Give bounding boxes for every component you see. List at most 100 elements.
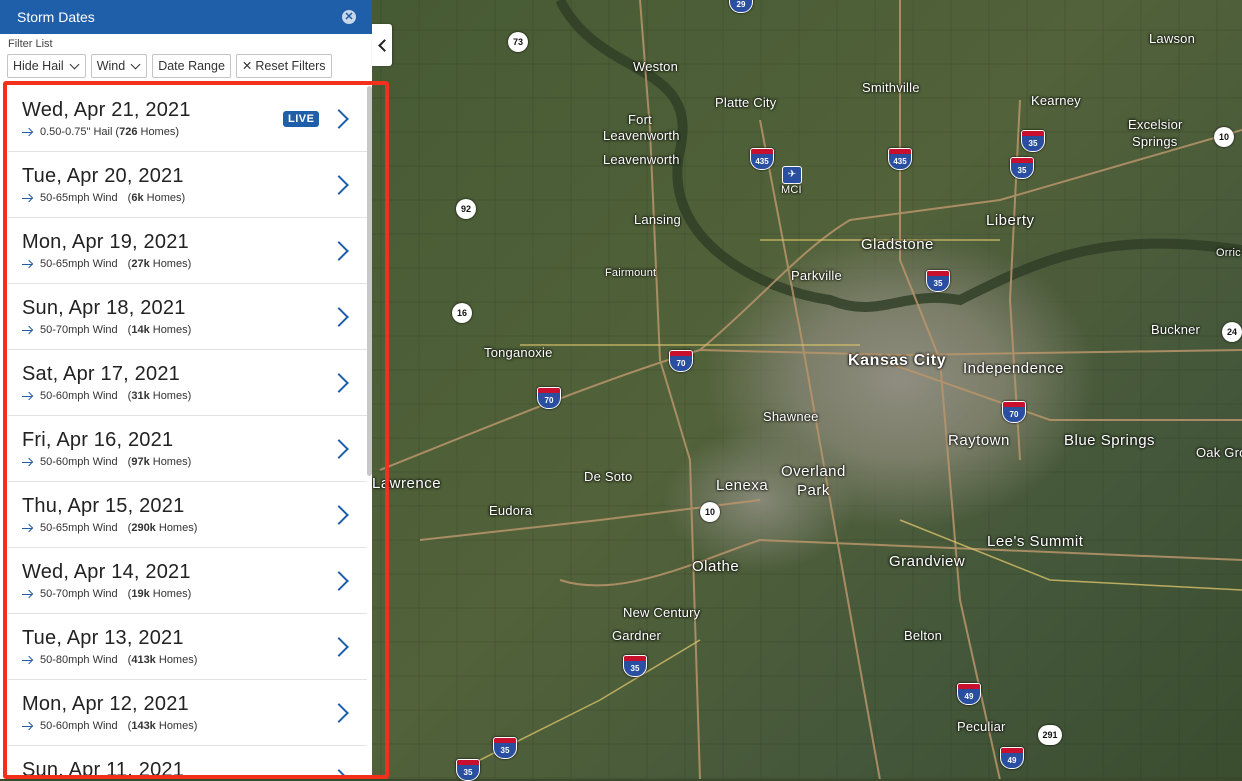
- storm-type: 50-65mph Wind: [40, 522, 118, 534]
- chevron-right-icon[interactable]: [329, 769, 349, 779]
- storm-date-item[interactable]: Mon, Apr 12, 2021 50-60mph Wind (143k Hom…: [8, 680, 367, 746]
- map-label: Fairmount: [605, 267, 657, 279]
- map-label: New Century: [623, 605, 701, 620]
- date-range-button[interactable]: Date Range: [152, 54, 231, 78]
- map-label: Kearney: [1031, 93, 1081, 108]
- chevron-right-icon[interactable]: [329, 241, 349, 261]
- map-label: Excelsior: [1128, 117, 1183, 132]
- map-label: Platte City: [715, 95, 777, 110]
- close-icon[interactable]: ✕: [342, 10, 356, 24]
- map-label: Lawrence: [372, 475, 442, 492]
- storm-detail: 0.50-0.75" Hail (726 Homes): [22, 126, 179, 138]
- storm-date-item[interactable]: Mon, Apr 19, 2021 50-65mph Wind (27k Home…: [8, 218, 367, 284]
- interstate-shield: 70: [537, 387, 561, 409]
- map-label: Gladstone: [861, 236, 934, 253]
- arrow-right-icon: [22, 128, 33, 137]
- storm-detail: 50-70mph Wind (14k Homes): [22, 324, 191, 336]
- chevron-right-icon[interactable]: [329, 571, 349, 591]
- map-label: Weston: [633, 59, 679, 74]
- chevron-right-icon[interactable]: [329, 439, 349, 459]
- arrow-right-icon: [22, 326, 33, 335]
- interstate-shield: 35: [623, 655, 647, 677]
- storm-date-item[interactable]: Wed, Apr 21, 2021 0.50-0.75" Hail (726 Ho…: [8, 86, 367, 152]
- storm-dates-panel: Storm Dates ✕ Filter List Hide Hail Wind…: [0, 0, 372, 779]
- interstate-shield: 35: [456, 759, 480, 781]
- storm-date-item[interactable]: Sun, Apr 11, 2021: [8, 746, 367, 779]
- airport-icon[interactable]: ✈: [782, 166, 802, 184]
- arrow-right-icon: [22, 722, 33, 731]
- storm-type: 50-80mph Wind: [40, 654, 118, 666]
- chevron-right-icon[interactable]: [329, 373, 349, 393]
- storm-date-list[interactable]: Wed, Apr 21, 2021 0.50-0.75" Hail (726 Ho…: [8, 86, 367, 779]
- chevron-right-icon[interactable]: [329, 175, 349, 195]
- chevron-left-icon: [378, 39, 391, 52]
- wind-label: Wind: [96, 59, 126, 73]
- chevron-right-icon[interactable]: [329, 505, 349, 525]
- hide-hail-label: Hide Hail: [13, 59, 64, 73]
- map-label: Kansas City: [848, 352, 947, 369]
- route-marker: 10: [700, 502, 720, 522]
- storm-detail: 50-65mph Wind (27k Homes): [22, 258, 191, 270]
- map-label: Parkville: [791, 268, 842, 283]
- arrow-right-icon: [22, 458, 33, 467]
- storm-date-item[interactable]: Fri, Apr 16, 2021 50-60mph Wind (97k Home…: [8, 416, 367, 482]
- map-label: Olathe: [692, 558, 740, 575]
- chevron-right-icon[interactable]: [329, 109, 349, 129]
- storm-date: Tue, Apr 20, 2021: [22, 165, 184, 187]
- interstate-shield: 35: [493, 737, 517, 759]
- storm-detail: 50-60mph Wind (97k Homes): [22, 456, 191, 468]
- interstate-shield: 70: [1002, 401, 1026, 423]
- storm-type: 50-60mph Wind: [40, 720, 118, 732]
- panel-header: Storm Dates ✕: [0, 0, 372, 34]
- map-label: Springs: [1132, 134, 1178, 149]
- storm-date: Sun, Apr 18, 2021: [22, 297, 186, 319]
- route-marker: 73: [508, 32, 528, 52]
- map-label: De Soto: [584, 469, 633, 484]
- map-label: Independence: [963, 360, 1065, 377]
- chevron-right-icon[interactable]: [329, 307, 349, 327]
- homes-count: (97k Homes): [127, 456, 192, 468]
- map-label: Tonganoxie: [484, 345, 553, 360]
- collapse-panel-button[interactable]: [372, 24, 392, 66]
- homes-count: (19k Homes): [127, 588, 192, 600]
- arrow-right-icon: [22, 656, 33, 665]
- storm-type: 50-70mph Wind: [40, 324, 118, 336]
- storm-date: Mon, Apr 12, 2021: [22, 693, 189, 715]
- arrow-right-icon: [22, 260, 33, 269]
- chevron-right-icon[interactable]: [329, 637, 349, 657]
- reset-filters-button[interactable]: ✕ Reset Filters: [235, 54, 332, 78]
- storm-date-item[interactable]: Tue, Apr 20, 2021 50-65mph Wind (6k Homes…: [8, 152, 367, 218]
- filter-bar: Hide Hail Wind Date Range ✕ Reset Filters: [7, 54, 332, 78]
- map-label: Park: [797, 482, 830, 499]
- chevron-right-icon[interactable]: [329, 703, 349, 723]
- storm-date-item[interactable]: Wed, Apr 14, 2021 50-70mph Wind (19k Home…: [8, 548, 367, 614]
- storm-date-item[interactable]: Thu, Apr 15, 2021 50-65mph Wind (290k Hom…: [8, 482, 367, 548]
- map-label: Lenexa: [716, 477, 769, 494]
- homes-count: (14k Homes): [127, 324, 192, 336]
- arrow-right-icon: [22, 524, 33, 533]
- map-label: Leavenworth: [603, 152, 680, 167]
- storm-date-item[interactable]: Sat, Apr 17, 2021 50-60mph Wind (31k Home…: [8, 350, 367, 416]
- scrollbar[interactable]: [367, 86, 372, 476]
- interstate-shield: 435: [888, 148, 912, 170]
- interstate-shield: 435: [750, 148, 774, 170]
- storm-detail: 50-65mph Wind (290k Homes): [22, 522, 197, 534]
- route-marker: 16: [452, 303, 472, 323]
- map-label: Overland: [781, 463, 846, 480]
- homes-count: (31k Homes): [127, 390, 192, 402]
- wind-dropdown[interactable]: Wind: [90, 54, 148, 78]
- storm-date: Wed, Apr 21, 2021: [22, 99, 191, 121]
- map-label: Orric: [1216, 247, 1241, 259]
- storm-detail: 50-65mph Wind (6k Homes): [22, 192, 185, 204]
- x-icon: ✕: [241, 59, 253, 73]
- storm-date-item[interactable]: Sun, Apr 18, 2021 50-70mph Wind (14k Home…: [8, 284, 367, 350]
- storm-date-item[interactable]: Tue, Apr 13, 2021 50-80mph Wind (413k Hom…: [8, 614, 367, 680]
- homes-count: (290k Homes): [127, 522, 198, 534]
- map-label: Lee's Summit: [987, 533, 1084, 550]
- homes-count: (27k Homes): [127, 258, 192, 270]
- interstate-shield: 35: [926, 270, 950, 292]
- hide-hail-dropdown[interactable]: Hide Hail: [7, 54, 86, 78]
- homes-count: (6k Homes): [127, 192, 186, 204]
- arrow-right-icon: [22, 392, 33, 401]
- storm-date: Wed, Apr 14, 2021: [22, 561, 191, 583]
